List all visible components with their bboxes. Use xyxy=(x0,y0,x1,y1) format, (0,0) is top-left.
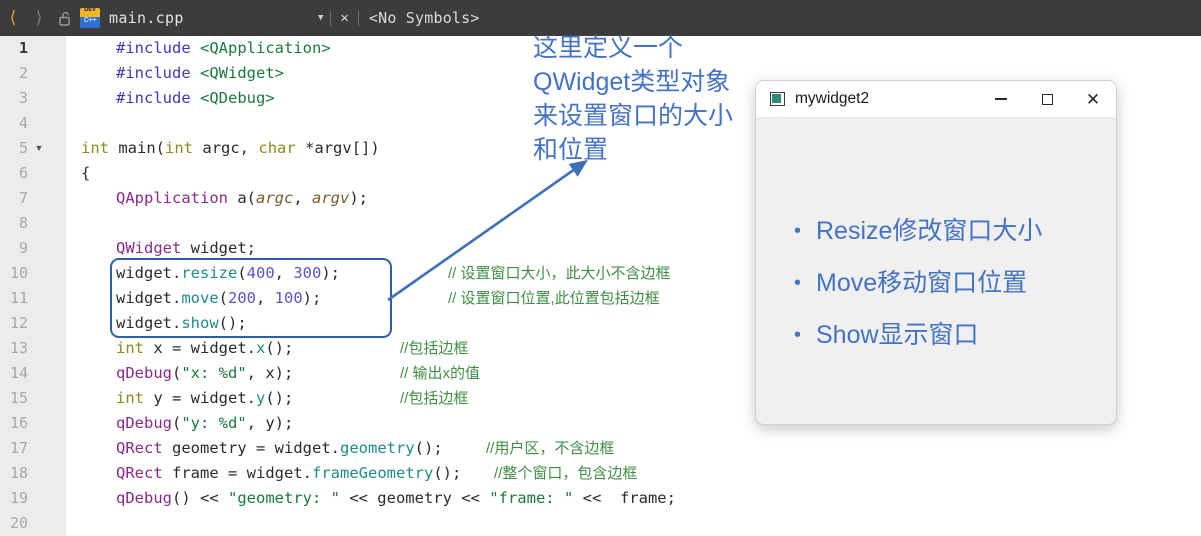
code-comment: //包括边框 xyxy=(400,390,469,407)
bullet-icon: • xyxy=(794,220,802,242)
code-line[interactable]: { xyxy=(81,161,90,186)
line-number: 10 xyxy=(9,264,28,282)
line-number: 19 xyxy=(9,489,28,507)
maximize-icon xyxy=(1041,93,1053,105)
list-item: • Move移动窗口位置 xyxy=(794,268,1104,299)
line-number: 13 xyxy=(9,339,28,357)
devcpp-app-icon: DEV C++ xyxy=(80,8,100,28)
list-item-label: Move移动窗口位置 xyxy=(816,269,1028,297)
code-comment: //用户区，不含边框 xyxy=(486,440,615,457)
code-line[interactable]: QApplication a(argc, argv); xyxy=(116,186,368,211)
window-title: mywidget2 xyxy=(795,90,870,107)
code-comment: //包括边框 xyxy=(400,340,469,357)
code-line[interactable]: QWidget widget; xyxy=(116,236,256,261)
code-comment: // 输出x的值 xyxy=(400,365,481,382)
feature-bullet-list: • Resize修改窗口大小 • Move移动窗口位置 • Show显示窗口 xyxy=(794,216,1104,372)
code-line[interactable]: #include <QDebug> xyxy=(116,86,275,111)
window-controls: ✕ xyxy=(978,81,1116,117)
code-line[interactable]: widget.move(200, 100); xyxy=(116,286,321,311)
close-file-button[interactable]: ✕ xyxy=(331,10,357,26)
application-icon xyxy=(770,92,785,106)
list-item-label: Show显示窗口 xyxy=(816,321,979,349)
fold-toggle-icon[interactable]: ▼ xyxy=(32,136,46,161)
devcpp-icon-bottom-text: C++ xyxy=(83,17,97,24)
mywidget2-window[interactable]: mywidget2 ✕ • Resize修改窗口大小 • Move移动窗口位置 … xyxy=(755,80,1117,425)
line-number: 20 xyxy=(9,514,28,532)
line-number: 11 xyxy=(9,289,28,307)
bullet-icon: • xyxy=(794,272,802,294)
chevron-right-icon: ⟩ xyxy=(33,7,45,28)
line-number: 15 xyxy=(9,389,28,407)
line-number: 7 xyxy=(18,189,28,207)
code-comment: // 设置窗口位置,此位置包括边框 xyxy=(448,290,660,307)
chevron-down-icon[interactable]: ▼ xyxy=(311,13,330,23)
code-comment: //整个窗口，包含边框 xyxy=(494,465,638,482)
line-number: 14 xyxy=(9,364,28,382)
list-item: • Resize修改窗口大小 xyxy=(794,216,1104,247)
close-button[interactable]: ✕ xyxy=(1070,81,1116,117)
code-line[interactable]: #include <QWidget> xyxy=(116,61,284,86)
list-item: • Show显示窗口 xyxy=(794,320,1104,351)
unlocked-padlock-icon xyxy=(58,11,70,26)
line-number: 12 xyxy=(9,314,28,332)
unlock-button[interactable] xyxy=(54,0,76,36)
line-number: 1 xyxy=(18,39,28,57)
code-line[interactable]: int y = widget.y(); xyxy=(116,386,293,411)
window-body: • Resize修改窗口大小 • Move移动窗口位置 • Show显示窗口 xyxy=(756,118,1116,424)
code-line[interactable]: qDebug("y: %d", y); xyxy=(116,411,293,436)
list-item-label: Resize修改窗口大小 xyxy=(816,217,1043,245)
code-line[interactable]: int main(int argc, char *argv[]) xyxy=(81,136,380,161)
line-number: 9 xyxy=(18,239,28,257)
line-number: 17 xyxy=(9,439,28,457)
toolbar-right-group: ▼ ✕ <No Symbols> xyxy=(311,0,480,36)
line-number: 8 xyxy=(18,214,28,232)
active-file-tab[interactable]: main.cpp xyxy=(109,9,184,27)
forward-button[interactable]: ⟩ xyxy=(26,0,52,36)
code-line[interactable]: #include <QApplication> xyxy=(116,36,331,61)
code-line[interactable]: widget.resize(400, 300); xyxy=(116,261,340,286)
minimize-icon xyxy=(995,98,1007,100)
code-line[interactable]: int x = widget.x(); xyxy=(116,336,293,361)
code-line[interactable]: QRect frame = widget.frameGeometry(); xyxy=(116,461,461,486)
line-number: 6 xyxy=(18,164,28,182)
code-line[interactable]: QRect geometry = widget.geometry(); xyxy=(116,436,443,461)
code-comment: // 设置窗口大小，此大小不含边框 xyxy=(448,265,671,282)
annotation-text: 这里定义一个QWidget类型对象来设置窗口的大小和位置 xyxy=(533,34,734,164)
line-number: 18 xyxy=(9,464,28,482)
bullet-icon: • xyxy=(794,324,802,346)
line-number-gutter: 1 2 3 4 5 ▼ 6 7 8 9 10 11 12 13 14 15 16… xyxy=(0,36,66,536)
maximize-button[interactable] xyxy=(1024,81,1070,117)
line-number: 3 xyxy=(18,89,28,107)
window-title-bar[interactable]: mywidget2 ✕ xyxy=(756,81,1116,118)
code-line[interactable]: widget.show(); xyxy=(116,311,247,336)
close-icon: ✕ xyxy=(1085,89,1101,109)
line-number: 5 xyxy=(18,139,28,157)
minimize-button[interactable] xyxy=(978,81,1024,117)
code-line[interactable]: qDebug() << "geometry: " << geometry << … xyxy=(116,486,676,511)
symbols-label[interactable]: <No Symbols> xyxy=(359,9,480,27)
line-number: 2 xyxy=(18,64,28,82)
chevron-left-icon: ⟨ xyxy=(7,7,19,28)
devcpp-icon-top-text: DEV xyxy=(84,8,96,13)
code-line[interactable]: qDebug("x: %d", x); xyxy=(116,361,293,386)
screenshot-root: ⟨ ⟩ DEV C++ main.cpp ▼ ✕ <No Symbols> 1 xyxy=(0,0,1201,536)
line-number: 16 xyxy=(9,414,28,432)
back-button[interactable]: ⟨ xyxy=(0,0,26,36)
line-number: 4 xyxy=(18,114,28,132)
